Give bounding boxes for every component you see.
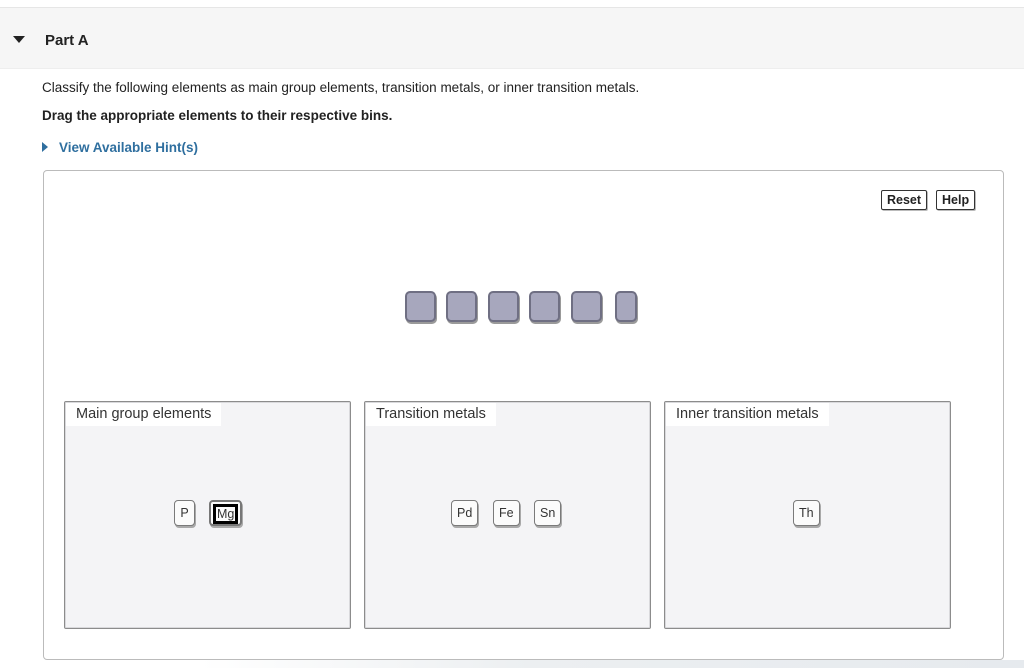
caret-right-icon	[42, 142, 48, 153]
bin-transition-metals[interactable]: Transition metals Pd Fe Sn	[364, 401, 651, 629]
empty-slot[interactable]	[529, 291, 560, 322]
caret-down-icon[interactable]	[13, 36, 25, 43]
empty-slot[interactable]	[571, 291, 602, 322]
help-button[interactable]: Help	[936, 190, 976, 210]
bin-label: Inner transition metals	[666, 403, 829, 426]
part-title: Part A	[45, 32, 89, 49]
view-hints-label: View Available Hint(s)	[59, 140, 199, 155]
question-prompt: Classify the following elements as main …	[42, 80, 640, 95]
empty-slot[interactable]	[488, 291, 519, 322]
reset-button[interactable]: Reset	[881, 190, 928, 210]
drag-drop-workspace: Reset Help Main group elements P Mg Tran…	[43, 170, 1004, 660]
empty-slot[interactable]	[615, 291, 637, 322]
element-tile-th[interactable]: Th	[793, 500, 820, 526]
bin-main-group-elements[interactable]: Main group elements P Mg	[64, 401, 351, 629]
element-tile-fe[interactable]: Fe	[493, 500, 520, 526]
element-tile-label: Mg	[213, 504, 239, 524]
element-tile-pd[interactable]: Pd	[451, 500, 479, 526]
bin-label: Transition metals	[366, 403, 496, 426]
question-instruction: Drag the appropriate elements to their r…	[42, 108, 393, 123]
element-tile-mg[interactable]: Mg	[209, 500, 243, 526]
bottom-shadow	[200, 660, 1024, 668]
element-tile-p[interactable]: P	[174, 500, 195, 526]
empty-slot[interactable]	[405, 291, 436, 322]
view-hints-link[interactable]: View Available Hint(s)	[42, 140, 198, 155]
bin-inner-transition-metals[interactable]: Inner transition metals Th	[664, 401, 951, 629]
empty-slot[interactable]	[446, 291, 477, 322]
element-tile-sn[interactable]: Sn	[534, 500, 562, 526]
part-header[interactable]: Part A	[0, 8, 1024, 69]
bin-label: Main group elements	[66, 403, 222, 426]
